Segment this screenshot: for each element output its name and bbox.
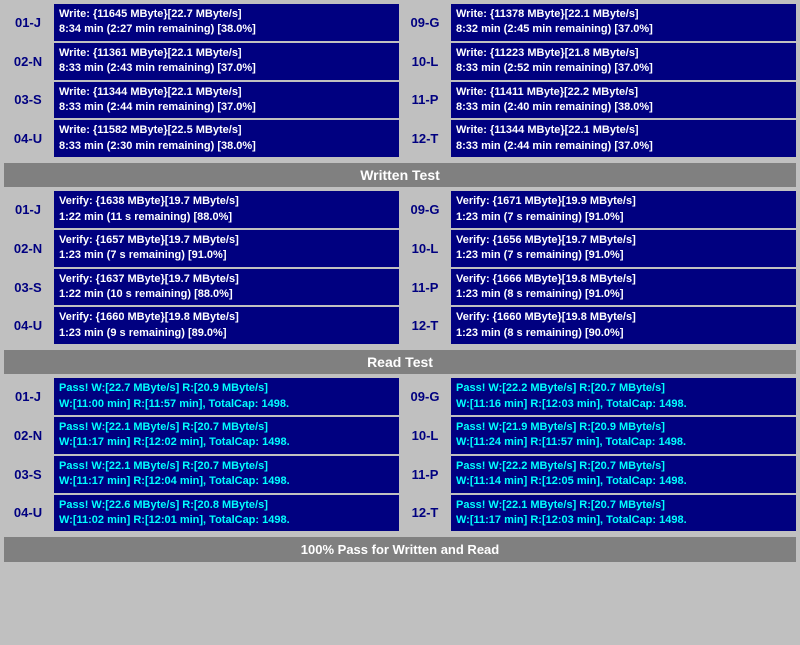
write-row-12t: 12-T Write: {11344 MByte}[22.1 MByte/s] … [401, 120, 796, 157]
read-test-header: Read Test [4, 350, 796, 374]
verify-right-col: 09-G Verify: {1671 MByte}[19.9 MByte/s] … [401, 191, 796, 346]
write-cell-01j: Write: {11645 MByte}[22.7 MByte/s] 8:34 … [54, 4, 399, 41]
written-left-col: 01-J Write: {11645 MByte}[22.7 MByte/s] … [4, 4, 399, 159]
write-cell-02n: Write: {11361 MByte}[22.1 MByte/s] 8:33 … [54, 43, 399, 80]
read-row-09g: 09-G Pass! W:[22.2 MByte/s] R:[20.7 MByt… [401, 378, 796, 415]
write-cell-04u: Write: {11582 MByte}[22.5 MByte/s] 8:33 … [54, 120, 399, 157]
read-cell-09g: Pass! W:[22.2 MByte/s] R:[20.7 MByte/s] … [451, 378, 796, 415]
read-label-12t: 12-T [401, 495, 449, 532]
write-cell-03s: Write: {11344 MByte}[22.1 MByte/s] 8:33 … [54, 82, 399, 119]
write-row-04u: 04-U Write: {11582 MByte}[22.5 MByte/s] … [4, 120, 399, 157]
verify-cell-12t: Verify: {1660 MByte}[19.8 MByte/s] 1:23 … [451, 307, 796, 344]
verify-row-11p: 11-P Verify: {1666 MByte}[19.8 MByte/s] … [401, 269, 796, 306]
read-row-03s: 03-S Pass! W:[22.1 MByte/s] R:[20.7 MByt… [4, 456, 399, 493]
read-label-03s: 03-S [4, 456, 52, 493]
verify-label-01j: 01-J [4, 191, 52, 228]
read-cell-03s: Pass! W:[22.1 MByte/s] R:[20.7 MByte/s] … [54, 456, 399, 493]
verify-cell-09g: Verify: {1671 MByte}[19.9 MByte/s] 1:23 … [451, 191, 796, 228]
verify-row-01j: 01-J Verify: {1638 MByte}[19.7 MByte/s] … [4, 191, 399, 228]
write-row-02n: 02-N Write: {11361 MByte}[22.1 MByte/s] … [4, 43, 399, 80]
write-label-04u: 04-U [4, 120, 52, 157]
read-cell-04u: Pass! W:[22.6 MByte/s] R:[20.8 MByte/s] … [54, 495, 399, 532]
verify-row-12t: 12-T Verify: {1660 MByte}[19.8 MByte/s] … [401, 307, 796, 344]
read-label-04u: 04-U [4, 495, 52, 532]
read-cell-02n: Pass! W:[22.1 MByte/s] R:[20.7 MByte/s] … [54, 417, 399, 454]
write-label-11p: 11-P [401, 82, 449, 119]
write-label-10l: 10-L [401, 43, 449, 80]
read-test-section: 01-J Pass! W:[22.7 MByte/s] R:[20.9 MByt… [4, 378, 796, 533]
verify-test-grid: 01-J Verify: {1638 MByte}[19.7 MByte/s] … [4, 191, 796, 346]
verify-cell-10l: Verify: {1656 MByte}[19.7 MByte/s] 1:23 … [451, 230, 796, 267]
read-label-09g: 09-G [401, 378, 449, 415]
write-label-03s: 03-S [4, 82, 52, 119]
read-row-12t: 12-T Pass! W:[22.1 MByte/s] R:[20.7 MByt… [401, 495, 796, 532]
verify-row-10l: 10-L Verify: {1656 MByte}[19.7 MByte/s] … [401, 230, 796, 267]
status-bar: 100% Pass for Written and Read [4, 537, 796, 562]
verify-label-03s: 03-S [4, 269, 52, 306]
write-label-09g: 09-G [401, 4, 449, 41]
read-test-grid: 01-J Pass! W:[22.7 MByte/s] R:[20.9 MByt… [4, 378, 796, 533]
write-cell-10l: Write: {11223 MByte}[21.8 MByte/s] 8:33 … [451, 43, 796, 80]
write-row-11p: 11-P Write: {11411 MByte}[22.2 MByte/s] … [401, 82, 796, 119]
write-label-01j: 01-J [4, 4, 52, 41]
written-test-header: Written Test [4, 163, 796, 187]
written-right-col: 09-G Write: {11378 MByte}[22.1 MByte/s] … [401, 4, 796, 159]
read-cell-12t: Pass! W:[22.1 MByte/s] R:[20.7 MByte/s] … [451, 495, 796, 532]
verify-label-12t: 12-T [401, 307, 449, 344]
read-label-01j: 01-J [4, 378, 52, 415]
written-test-grid: 01-J Write: {11645 MByte}[22.7 MByte/s] … [4, 4, 796, 159]
write-cell-11p: Write: {11411 MByte}[22.2 MByte/s] 8:33 … [451, 82, 796, 119]
write-row-01j: 01-J Write: {11645 MByte}[22.7 MByte/s] … [4, 4, 399, 41]
read-row-01j: 01-J Pass! W:[22.7 MByte/s] R:[20.9 MByt… [4, 378, 399, 415]
write-label-12t: 12-T [401, 120, 449, 157]
verify-cell-11p: Verify: {1666 MByte}[19.8 MByte/s] 1:23 … [451, 269, 796, 306]
verify-label-09g: 09-G [401, 191, 449, 228]
read-label-11p: 11-P [401, 456, 449, 493]
read-left-col: 01-J Pass! W:[22.7 MByte/s] R:[20.9 MByt… [4, 378, 399, 533]
verify-label-10l: 10-L [401, 230, 449, 267]
read-label-10l: 10-L [401, 417, 449, 454]
write-row-09g: 09-G Write: {11378 MByte}[22.1 MByte/s] … [401, 4, 796, 41]
read-cell-10l: Pass! W:[21.9 MByte/s] R:[20.9 MByte/s] … [451, 417, 796, 454]
verify-label-11p: 11-P [401, 269, 449, 306]
verify-cell-04u: Verify: {1660 MByte}[19.8 MByte/s] 1:23 … [54, 307, 399, 344]
verify-cell-03s: Verify: {1637 MByte}[19.7 MByte/s] 1:22 … [54, 269, 399, 306]
written-test-section: 01-J Write: {11645 MByte}[22.7 MByte/s] … [4, 4, 796, 159]
read-label-02n: 02-N [4, 417, 52, 454]
read-right-col: 09-G Pass! W:[22.2 MByte/s] R:[20.7 MByt… [401, 378, 796, 533]
verify-cell-01j: Verify: {1638 MByte}[19.7 MByte/s] 1:22 … [54, 191, 399, 228]
verify-label-02n: 02-N [4, 230, 52, 267]
main-container: 01-J Write: {11645 MByte}[22.7 MByte/s] … [0, 0, 800, 566]
write-label-02n: 02-N [4, 43, 52, 80]
verify-label-04u: 04-U [4, 307, 52, 344]
write-row-03s: 03-S Write: {11344 MByte}[22.1 MByte/s] … [4, 82, 399, 119]
verify-row-09g: 09-G Verify: {1671 MByte}[19.9 MByte/s] … [401, 191, 796, 228]
read-cell-11p: Pass! W:[22.2 MByte/s] R:[20.7 MByte/s] … [451, 456, 796, 493]
verify-cell-02n: Verify: {1657 MByte}[19.7 MByte/s] 1:23 … [54, 230, 399, 267]
read-cell-01j: Pass! W:[22.7 MByte/s] R:[20.9 MByte/s] … [54, 378, 399, 415]
write-row-10l: 10-L Write: {11223 MByte}[21.8 MByte/s] … [401, 43, 796, 80]
write-cell-12t: Write: {11344 MByte}[22.1 MByte/s] 8:33 … [451, 120, 796, 157]
write-cell-09g: Write: {11378 MByte}[22.1 MByte/s] 8:32 … [451, 4, 796, 41]
read-row-02n: 02-N Pass! W:[22.1 MByte/s] R:[20.7 MByt… [4, 417, 399, 454]
verify-test-section: 01-J Verify: {1638 MByte}[19.7 MByte/s] … [4, 191, 796, 346]
verify-row-03s: 03-S Verify: {1637 MByte}[19.7 MByte/s] … [4, 269, 399, 306]
verify-row-04u: 04-U Verify: {1660 MByte}[19.8 MByte/s] … [4, 307, 399, 344]
read-row-10l: 10-L Pass! W:[21.9 MByte/s] R:[20.9 MByt… [401, 417, 796, 454]
read-row-11p: 11-P Pass! W:[22.2 MByte/s] R:[20.7 MByt… [401, 456, 796, 493]
verify-row-02n: 02-N Verify: {1657 MByte}[19.7 MByte/s] … [4, 230, 399, 267]
read-row-04u: 04-U Pass! W:[22.6 MByte/s] R:[20.8 MByt… [4, 495, 399, 532]
verify-left-col: 01-J Verify: {1638 MByte}[19.7 MByte/s] … [4, 191, 399, 346]
